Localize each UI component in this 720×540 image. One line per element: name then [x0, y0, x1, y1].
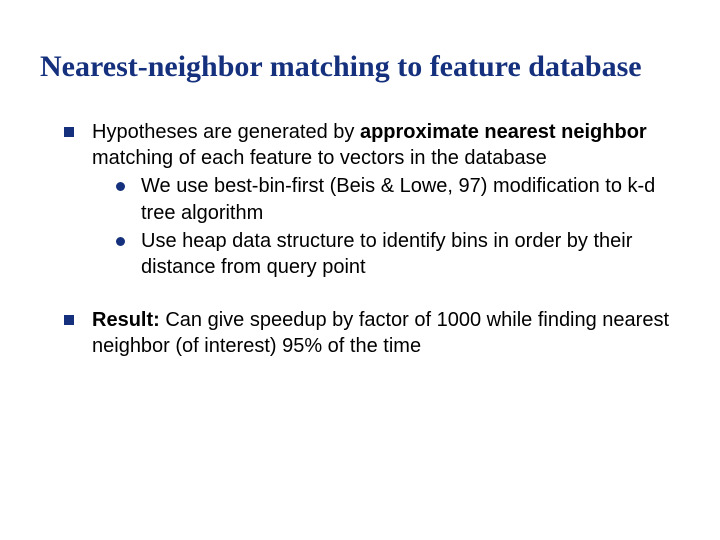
bullet-text: Hypotheses are generated by approximate … [92, 119, 680, 281]
bullet-text: Result: Can give speedup by factor of 10… [92, 307, 680, 360]
square-bullet-icon [64, 127, 74, 137]
circle-bullet-icon [116, 182, 125, 191]
slide-title: Nearest-neighbor matching to feature dat… [40, 50, 680, 85]
slide: Nearest-neighbor matching to feature dat… [0, 0, 720, 540]
bullet-text: Use heap data structure to identify bins… [141, 228, 680, 281]
bullet-level2: We use best-bin-first (Beis & Lowe, 97) … [116, 173, 680, 226]
circle-bullet-icon [116, 237, 125, 246]
text-run: Can give speedup by factor of 1000 while… [92, 309, 669, 357]
bullet-level1: Result: Can give speedup by factor of 10… [64, 307, 680, 360]
bullet-level2: Use heap data structure to identify bins… [116, 228, 680, 281]
text-run: matching of each feature to vectors in t… [92, 147, 547, 169]
bullet-text: We use best-bin-first (Beis & Lowe, 97) … [141, 173, 680, 226]
square-bullet-icon [64, 315, 74, 325]
slide-body: Hypotheses are generated by approximate … [64, 119, 680, 360]
text-run-bold: Result: [92, 309, 160, 331]
bullet-level1: Hypotheses are generated by approximate … [64, 119, 680, 281]
text-run-bold: approximate nearest neighbor [360, 121, 647, 143]
text-run: Hypotheses are generated by [92, 121, 360, 143]
